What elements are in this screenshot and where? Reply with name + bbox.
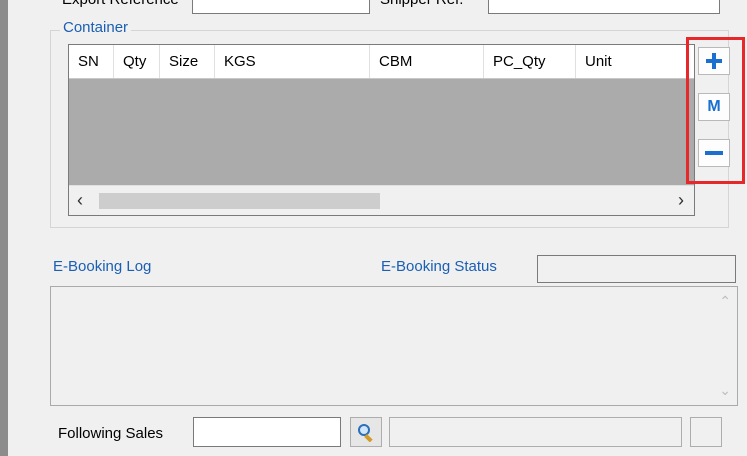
search-icon <box>358 424 373 442</box>
scroll-right-icon[interactable]: › <box>678 189 684 211</box>
ebooking-status-field <box>537 255 736 283</box>
ebooking-status-label: E-Booking Status <box>381 258 497 275</box>
grid-header: SN Qty Size KGS CBM PC_Qty Unit <box>69 45 694 79</box>
container-group-title: Container <box>60 19 132 36</box>
scroll-down-icon[interactable]: ⌄ <box>719 382 731 399</box>
shipper-ref-label: Shipper Ref. <box>380 0 463 8</box>
following-sales-label: Following Sales <box>58 425 164 442</box>
export-reference-input[interactable] <box>192 0 370 14</box>
column-header-kgs[interactable]: KGS <box>215 45 370 78</box>
ebooking-log-label: E-Booking Log <box>53 258 152 275</box>
column-header-cbm[interactable]: CBM <box>370 45 484 78</box>
column-header-pc-qty[interactable]: PC_Qty <box>484 45 576 78</box>
grid-body[interactable] <box>69 79 694 185</box>
column-header-size[interactable]: Size <box>160 45 215 78</box>
export-reference-label: Export Reference <box>62 0 179 8</box>
window-left-edge <box>0 0 8 456</box>
column-header-unit[interactable]: Unit <box>576 45 694 78</box>
container-grid[interactable]: SN Qty Size KGS CBM PC_Qty Unit ‹ › <box>68 44 695 216</box>
scroll-up-icon[interactable]: ⌃ <box>719 293 731 310</box>
highlight-box <box>686 37 745 184</box>
horizontal-scrollbar[interactable]: ‹ › <box>69 185 694 215</box>
search-sales-button[interactable] <box>350 417 382 447</box>
sales-name-field <box>389 417 682 447</box>
sales-extra-field <box>690 417 722 447</box>
column-header-sn[interactable]: SN <box>69 45 114 78</box>
shipper-ref-input[interactable] <box>488 0 720 14</box>
scroll-left-icon[interactable]: ‹ <box>77 189 83 211</box>
column-header-qty[interactable]: Qty <box>114 45 160 78</box>
ebooking-log-textarea[interactable]: ⌃ ⌄ <box>50 286 738 406</box>
scroll-thumb[interactable] <box>99 193 380 209</box>
following-sales-input[interactable] <box>193 417 341 447</box>
